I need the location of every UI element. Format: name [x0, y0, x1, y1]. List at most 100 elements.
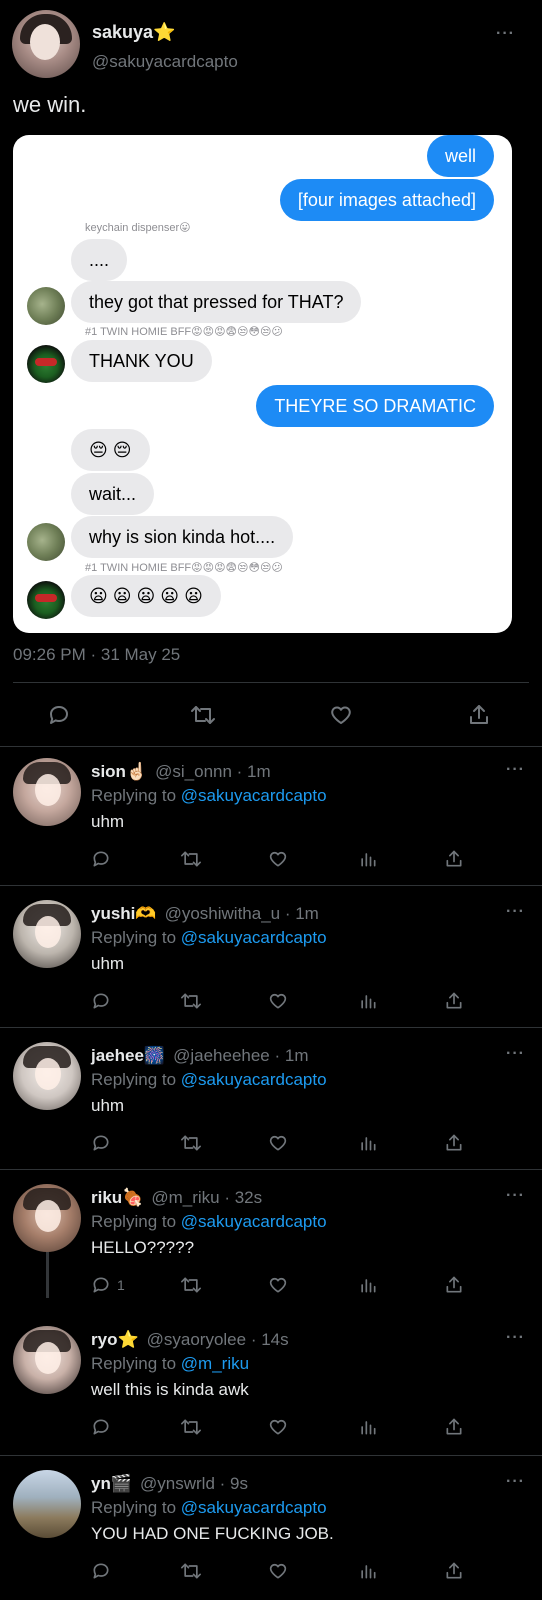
reply-author[interactable]: sion☝🏻 @si_onnn · 1m	[91, 762, 271, 782]
retweet-button[interactable]	[180, 1416, 202, 1438]
like-icon	[269, 1563, 287, 1579]
reply-handle: @ynswrld · 9s	[140, 1474, 248, 1493]
reply-tweet[interactable]: riku🍖 @m_riku · 32s ··· Replying to @saku…	[0, 1174, 542, 1306]
like-icon	[331, 706, 351, 724]
retweet-button[interactable]	[180, 990, 202, 1012]
reply-button[interactable]	[91, 1560, 117, 1582]
attached-chat-screenshot[interactable]: well [four images attached] keychain dis…	[13, 135, 512, 633]
views-icon	[361, 1279, 376, 1293]
like-button[interactable]	[268, 1416, 288, 1438]
retweet-button[interactable]	[188, 700, 218, 730]
reply-icon	[93, 993, 109, 1009]
like-button[interactable]	[268, 848, 288, 870]
views-icon	[361, 1137, 376, 1151]
like-button[interactable]	[326, 700, 356, 730]
reply-tweet[interactable]: ryo⭐ @syaoryolee · 14s ··· Replying to @m…	[0, 1316, 542, 1454]
retweet-button[interactable]	[180, 1560, 202, 1582]
reply-author[interactable]: yushi🫶 @yoshiwitha_u · 1m	[91, 904, 319, 924]
reply-author[interactable]: yn🎬 @ynswrld · 9s	[91, 1474, 248, 1494]
chat-bubble-outgoing: THEYRE SO DRAMATIC	[256, 385, 494, 427]
replying-to: Replying to @sakuyacardcapto	[91, 1212, 327, 1231]
reply-button[interactable]	[91, 1132, 117, 1154]
retweet-icon	[180, 851, 201, 867]
reply-avatar[interactable]	[13, 1470, 81, 1538]
replying-to-link[interactable]: @sakuyacardcapto	[181, 786, 327, 805]
more-options-icon[interactable]: ···	[496, 26, 515, 42]
reply-text: uhm	[91, 954, 125, 973]
views-button[interactable]	[358, 1560, 378, 1582]
share-button[interactable]	[444, 990, 464, 1012]
reply-avatar[interactable]	[13, 1042, 81, 1110]
views-button[interactable]	[358, 1132, 378, 1154]
reply-button[interactable]	[91, 1416, 117, 1438]
like-button[interactable]	[268, 1132, 288, 1154]
reply-icon	[93, 1135, 109, 1151]
retweet-icon	[180, 1277, 201, 1293]
views-icon	[361, 995, 376, 1009]
views-button[interactable]	[358, 990, 378, 1012]
replying-to-link[interactable]: @sakuyacardcapto	[181, 928, 327, 947]
share-button[interactable]	[464, 700, 494, 730]
reply-tweet[interactable]: sion☝🏻 @si_onnn · 1m ··· Replying to @sak…	[0, 748, 542, 885]
reply-tweet[interactable]: yn🎬 @ynswrld · 9s ··· Replying to @sakuya…	[0, 1460, 542, 1600]
replying-to: Replying to @sakuyacardcapto	[91, 1498, 327, 1517]
author-name[interactable]: sakuya⭐	[92, 22, 175, 43]
replying-to-link[interactable]: @sakuyacardcapto	[181, 1070, 327, 1089]
replying-to-link[interactable]: @sakuyacardcapto	[181, 1212, 327, 1231]
replying-to-link[interactable]: @sakuyacardcapto	[181, 1498, 327, 1517]
more-options-icon[interactable]: ···	[506, 1188, 525, 1204]
more-options-icon[interactable]: ···	[506, 904, 525, 920]
reply-avatar[interactable]	[13, 758, 81, 826]
share-button[interactable]	[444, 1132, 464, 1154]
like-button[interactable]	[268, 1274, 288, 1296]
like-button[interactable]	[268, 1560, 288, 1582]
views-button[interactable]	[358, 1274, 378, 1296]
reply-tweet[interactable]: yushi🫶 @yoshiwitha_u · 1m ··· Replying to…	[0, 890, 542, 1027]
reply-button[interactable]	[91, 990, 117, 1012]
chat-sender-label: #1 TWIN HOMIE BFF😡😡😡😨😒😳😒😕	[85, 562, 283, 574]
divider	[0, 1455, 542, 1456]
mask-avatar	[27, 345, 65, 383]
share-button[interactable]	[444, 1560, 464, 1582]
reply-button[interactable]	[44, 700, 74, 730]
retweet-button[interactable]	[180, 1132, 202, 1154]
reply-avatar[interactable]	[13, 900, 81, 968]
reply-avatar[interactable]	[13, 1326, 81, 1394]
share-icon	[446, 1134, 462, 1151]
share-button[interactable]	[444, 848, 464, 870]
chat-sender-label: #1 TWIN HOMIE BFF😡😡😡😨😒😳😒😕	[85, 326, 283, 338]
share-button[interactable]	[444, 1416, 464, 1438]
share-icon	[446, 850, 462, 867]
reply-tweet[interactable]: jaehee🎆 @jaeheehee · 1m ··· Replying to @…	[0, 1032, 542, 1169]
retweet-button[interactable]	[180, 848, 202, 870]
reply-author[interactable]: ryo⭐ @syaoryolee · 14s	[91, 1330, 289, 1350]
reply-icon	[93, 1277, 109, 1293]
share-icon	[446, 1562, 462, 1579]
reply-button[interactable]: 1	[91, 1274, 125, 1296]
share-icon	[446, 1418, 462, 1435]
reply-text: uhm	[91, 812, 125, 831]
more-options-icon[interactable]: ···	[506, 1474, 525, 1490]
replying-to-link[interactable]: @m_riku	[181, 1354, 249, 1373]
divider	[0, 746, 542, 747]
reply-icon	[50, 706, 68, 724]
chat-bubble-incoming: why is sion kinda hot....	[71, 516, 294, 558]
reply-handle: @yoshiwitha_u · 1m	[164, 904, 319, 923]
more-options-icon[interactable]: ···	[506, 762, 525, 778]
reply-button[interactable]	[91, 848, 117, 870]
retweet-button[interactable]	[180, 1274, 202, 1296]
more-options-icon[interactable]: ···	[506, 1046, 525, 1062]
like-button[interactable]	[268, 990, 288, 1012]
reply-author[interactable]: jaehee🎆 @jaeheehee · 1m	[91, 1046, 309, 1066]
chat-bubble-outgoing: [four images attached]	[279, 179, 494, 221]
author-handle[interactable]: @sakuyacardcapto	[92, 52, 238, 72]
author-avatar[interactable]	[12, 10, 80, 78]
views-button[interactable]	[358, 1416, 378, 1438]
reply-icon	[93, 1563, 109, 1579]
nature-avatar	[27, 287, 65, 325]
share-button[interactable]	[444, 1274, 464, 1296]
more-options-icon[interactable]: ···	[506, 1330, 525, 1346]
reply-author[interactable]: riku🍖 @m_riku · 32s	[91, 1188, 262, 1208]
reply-avatar[interactable]	[13, 1184, 81, 1252]
views-button[interactable]	[358, 848, 378, 870]
